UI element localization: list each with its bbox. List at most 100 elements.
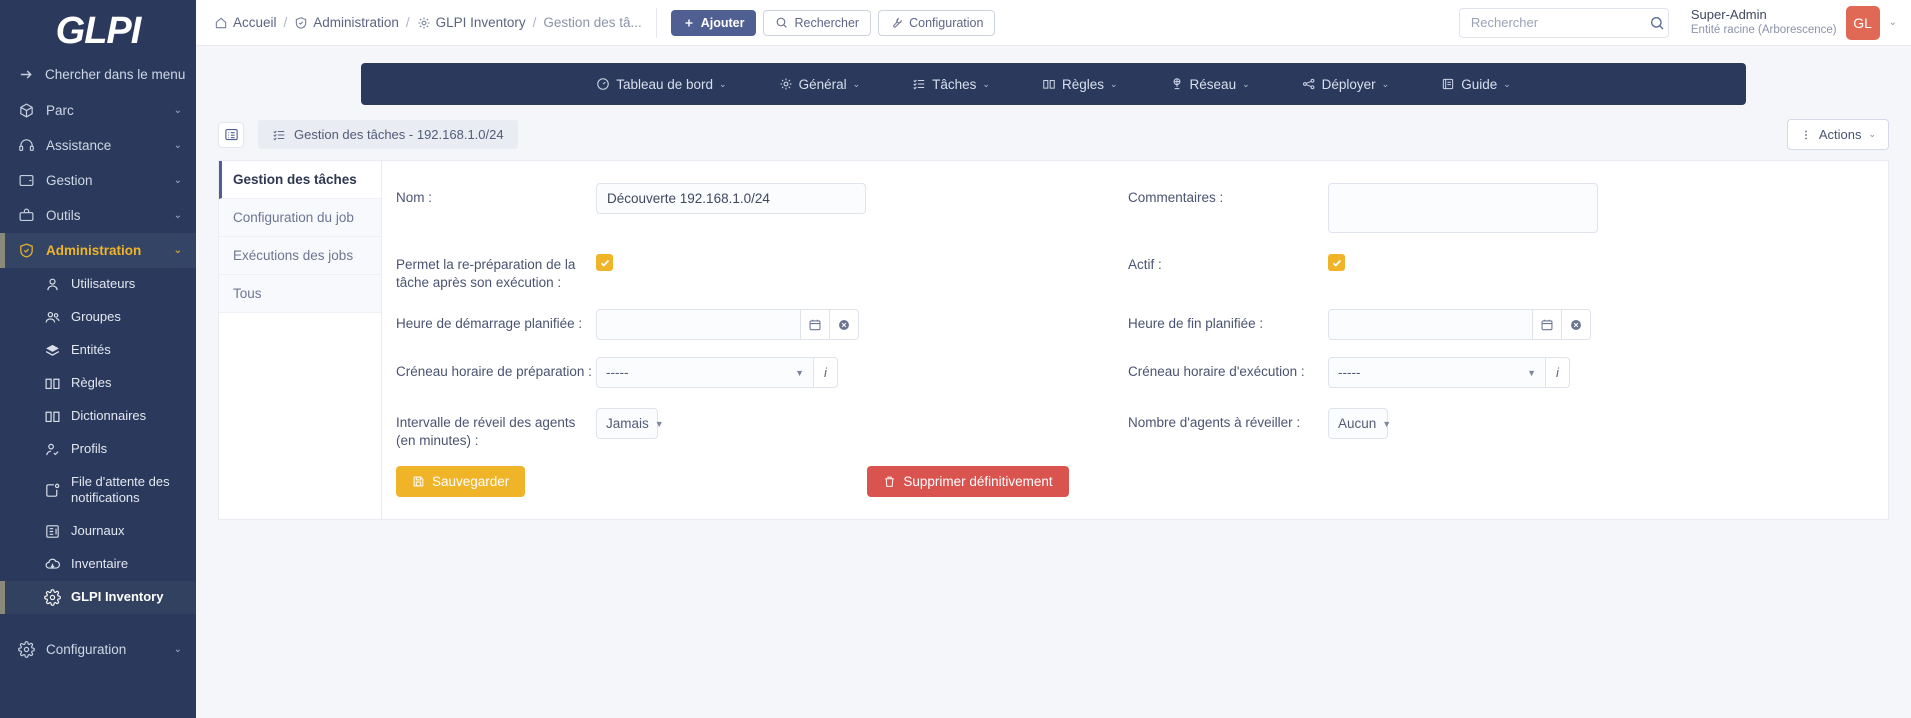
clear-circle-icon[interactable] [830,309,859,341]
configuration-button[interactable]: Configuration [878,9,996,36]
wakeup-interval-select[interactable]: Jamais ▼ [596,408,664,440]
sidebar-item-gestion[interactable]: Gestion ⌄ [0,163,196,198]
sidebar-item-groupes[interactable]: Groupes [0,301,196,334]
sidebar-item-configuration[interactable]: Configuration ⌄ [0,632,196,667]
list-panel-icon[interactable] [218,121,244,148]
form-row-wakeup: Intervalle de réveil des agents (en minu… [396,408,1860,449]
home-icon [214,16,228,30]
form-row-times: Heure de démarrage planifiée : Heure de … [396,309,1860,341]
vertical-tabs: Gestion des tâches Configuration du job … [219,161,382,520]
prep-slot-value: ----- [606,365,629,381]
reprepare-checkbox[interactable] [596,254,613,271]
prep-slot-select[interactable]: ----- ▼ [596,357,814,389]
actions-button[interactable]: Actions ⌄ [1786,119,1889,150]
vtab-tous[interactable]: Tous [219,275,381,313]
clear-circle-icon[interactable] [1562,309,1591,341]
breadcrumb-item-accueil[interactable]: Accueil [214,15,277,30]
sidebar-item-inventaire[interactable]: Inventaire [0,548,196,581]
avatar[interactable]: GL [1845,5,1880,40]
sidebar-item-label: Profils [71,441,108,457]
prep-slot-info-icon[interactable]: i [814,357,838,389]
guide-icon [1441,77,1455,91]
chevron-down-icon[interactable]: ⌄ [1889,17,1897,28]
chevron-down-icon: ⌄ [852,78,861,89]
sidebar-item-assistance[interactable]: Assistance ⌄ [0,128,196,163]
add-button-label: Ajouter [700,15,745,30]
search-button-label: Rechercher [794,15,860,30]
end-time-control [1328,309,1860,341]
user-check-icon [44,441,61,458]
start-time-input[interactable] [596,309,801,341]
inventory-nav-regles[interactable]: Règles ⌄ [1016,77,1144,92]
comments-control [1328,183,1860,233]
sidebar-item-outils[interactable]: Outils ⌄ [0,198,196,233]
book-icon [44,375,61,392]
sidebar-item-label: Administration [46,243,142,258]
end-time-input[interactable] [1328,309,1533,341]
save-button[interactable]: Sauvegarder [396,466,526,498]
sidebar-item-parc[interactable]: Parc ⌄ [0,93,196,128]
inventory-nav-general[interactable]: Général ⌄ [753,77,887,92]
sidebar-item-glpi-inventory[interactable]: GLPI Inventory [0,580,196,614]
search-input[interactable] [1468,14,1649,31]
prep-slot-control: ----- ▼ i [596,357,1128,389]
arrow-right-icon [18,66,35,83]
inventory-nav-reseau[interactable]: Réseau ⌄ [1144,77,1276,92]
sidebar-item-utilisateurs[interactable]: Utilisateurs [0,268,196,301]
prep-slot-label: Créneau horaire de préparation : [396,364,592,380]
exec-slot-select[interactable]: ----- ▼ [1328,357,1546,389]
form-button-row: Sauvegarder Supprimer définitivement [396,466,1860,498]
breadcrumb-separator: / [283,15,288,30]
sidebar-item-entites[interactable]: Entités [0,334,196,367]
breadcrumb-item-administration[interactable]: Administration [294,15,399,30]
sidebar-item-regles[interactable]: Règles [0,367,196,400]
layers-icon [44,342,61,359]
wakeup-interval-label: Intervalle de réveil des agents (en minu… [396,415,576,448]
sidebar-item-file-attente-notifications[interactable]: File d'attente des notifications [0,466,196,515]
sidebar-item-label: Outils [46,208,81,223]
comments-textarea[interactable] [1328,183,1598,233]
sidebar-item-label: Dictionnaires [71,408,147,424]
agents-count-select[interactable]: Aucun ▼ [1328,408,1391,440]
topbar-button-group: Ajouter Rechercher Configuration [670,9,996,36]
vtab-gestion-des-taches[interactable]: Gestion des tâches [219,161,381,199]
delete-permanently-button[interactable]: Supprimer définitivement [867,466,1069,498]
search-icon[interactable] [1649,15,1665,31]
calendar-icon[interactable] [801,309,830,341]
active-checkbox[interactable] [1328,254,1345,271]
add-button[interactable]: Ajouter [670,9,757,36]
breadcrumb-item-glpi-inventory[interactable]: GLPI Inventory [417,15,526,30]
trash-icon [883,475,896,488]
inventory-nav-label: Général [798,76,847,92]
chevron-down-icon: ▼ [795,367,804,378]
global-search[interactable] [1458,7,1669,38]
inventory-nav-tableau-de-bord[interactable]: Tableau de bord ⌄ [570,77,752,92]
sidebar-item-profils[interactable]: Profils [0,433,196,466]
sidebar-item-dictionnaires[interactable]: Dictionnaires [0,400,196,433]
tab-current-task[interactable]: Gestion des tâches - 192.168.1.0/24 [258,120,518,149]
chevron-down-icon: ▼ [654,418,664,429]
delete-button-label: Supprimer définitivement [903,474,1053,490]
search-button[interactable]: Rechercher [763,9,872,36]
tasks-icon [272,128,286,142]
user-menu[interactable]: Super-Admin Entité racine (Arborescence)… [1691,5,1897,40]
exec-slot-info-icon[interactable]: i [1546,357,1570,389]
inventory-nav-label: Règles [1061,76,1104,92]
vtab-configuration-du-job[interactable]: Configuration du job [219,199,381,237]
glpi-logo[interactable]: GLPI [0,0,196,56]
exec-slot-label: Créneau horaire d'exécution : [1128,364,1305,380]
inventory-nav-deployer[interactable]: Déployer ⌄ [1276,77,1416,92]
calendar-icon[interactable] [1533,309,1562,341]
inventory-nav-label: Guide [1461,76,1498,92]
start-time-control [596,309,1128,341]
form-field-wakeup-interval: Intervalle de réveil des agents (en minu… [396,408,1128,449]
inventory-nav-taches[interactable]: Tâches ⌄ [886,77,1016,92]
name-input[interactable] [596,183,866,214]
vtab-executions-des-jobs[interactable]: Exécutions des jobs [219,237,381,275]
sidebar-item-label: Inventaire [71,555,129,571]
sidebar-menu-search[interactable]: Chercher dans le menu [0,56,196,93]
sidebar-item-administration[interactable]: Administration ⌄ [0,233,196,268]
reprepare-label: Permet la re-préparation de la tâche apr… [396,257,576,290]
inventory-nav-guide[interactable]: Guide ⌄ [1415,77,1537,92]
sidebar-item-journaux[interactable]: Journaux [0,515,196,548]
